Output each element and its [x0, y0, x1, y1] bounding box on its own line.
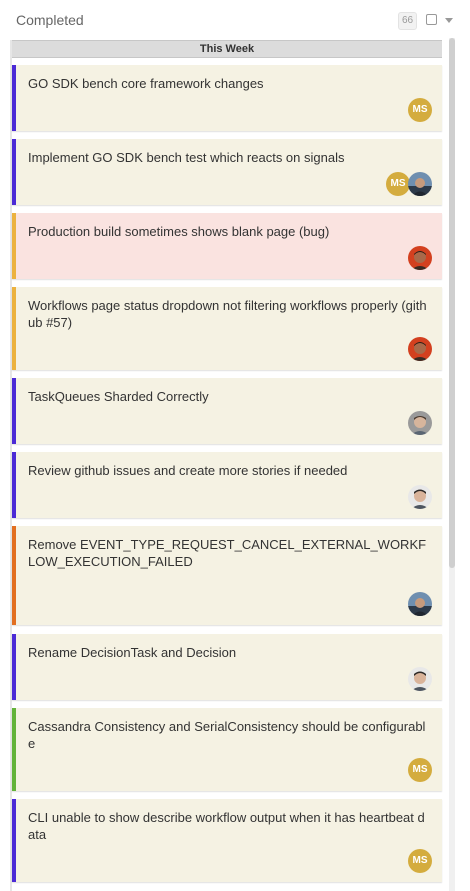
select-all-checkbox[interactable] [426, 14, 437, 25]
user-photo-outdoor-icon[interactable] [408, 172, 432, 196]
story-title: Production build sometimes shows blank p… [28, 224, 330, 239]
story-title: Rename DecisionTask and Decision [28, 645, 237, 660]
scrollbar-thumb[interactable] [449, 38, 455, 568]
column-header: Completed 66 [0, 0, 470, 38]
user-photo-red-icon[interactable] [408, 337, 432, 361]
story-title: CLI unable to show describe workflow out… [28, 810, 425, 842]
story-card[interactable]: Review github issues and create more sto… [12, 452, 442, 518]
user-photo-light-icon[interactable] [408, 485, 432, 509]
story-card[interactable]: TaskQueues Sharded Correctly [12, 378, 442, 444]
chevron-down-icon[interactable] [445, 18, 453, 23]
story-title: Review github issues and create more sto… [28, 463, 348, 478]
owners: MS [408, 758, 432, 782]
swimlane-header[interactable]: This Week [12, 40, 442, 58]
story-title: Implement GO SDK bench test which reacts… [28, 150, 345, 165]
story-card[interactable]: Rename DecisionTask and Decision [12, 634, 442, 700]
owners: MS [408, 98, 432, 122]
user-photo-light-icon[interactable] [408, 667, 432, 691]
story-card[interactable]: CLI unable to show describe workflow out… [12, 799, 442, 882]
card-count-badge: 66 [398, 12, 418, 30]
owners [408, 485, 432, 509]
story-title: Workflows page status dropdown not filte… [28, 298, 427, 330]
owners [408, 667, 432, 691]
story-card[interactable]: GO SDK bench core framework changes MS [12, 65, 442, 131]
story-card[interactable]: Cassandra Consistency and SerialConsiste… [12, 708, 442, 791]
user-photo-outdoor-icon[interactable] [408, 592, 432, 616]
story-card[interactable]: Implement GO SDK bench test which reacts… [12, 139, 442, 205]
column-title: Completed [16, 12, 84, 28]
story-title: Cassandra Consistency and SerialConsiste… [28, 719, 426, 751]
story-title: GO SDK bench core framework changes [28, 76, 264, 91]
user-photo-gray-icon[interactable] [408, 411, 432, 435]
story-title: Remove EVENT_TYPE_REQUEST_CANCEL_EXTERNA… [28, 537, 427, 569]
avatar-initials[interactable]: MS [386, 172, 410, 196]
avatar-initials[interactable]: MS [408, 758, 432, 782]
avatar-initials[interactable]: MS [408, 849, 432, 873]
owners [408, 411, 432, 435]
owners [408, 337, 432, 361]
owners: MS [386, 172, 432, 196]
story-card[interactable]: Workflows page status dropdown not filte… [12, 287, 442, 370]
story-title: TaskQueues Sharded Correctly [28, 389, 209, 404]
avatar-initials[interactable]: MS [408, 98, 432, 122]
owners: MS [408, 849, 432, 873]
owners [408, 246, 432, 270]
owners [408, 592, 432, 616]
story-card[interactable]: Production build sometimes shows blank p… [12, 213, 442, 279]
user-photo-red-icon[interactable] [408, 246, 432, 270]
story-card[interactable]: Remove EVENT_TYPE_REQUEST_CANCEL_EXTERNA… [12, 526, 442, 625]
